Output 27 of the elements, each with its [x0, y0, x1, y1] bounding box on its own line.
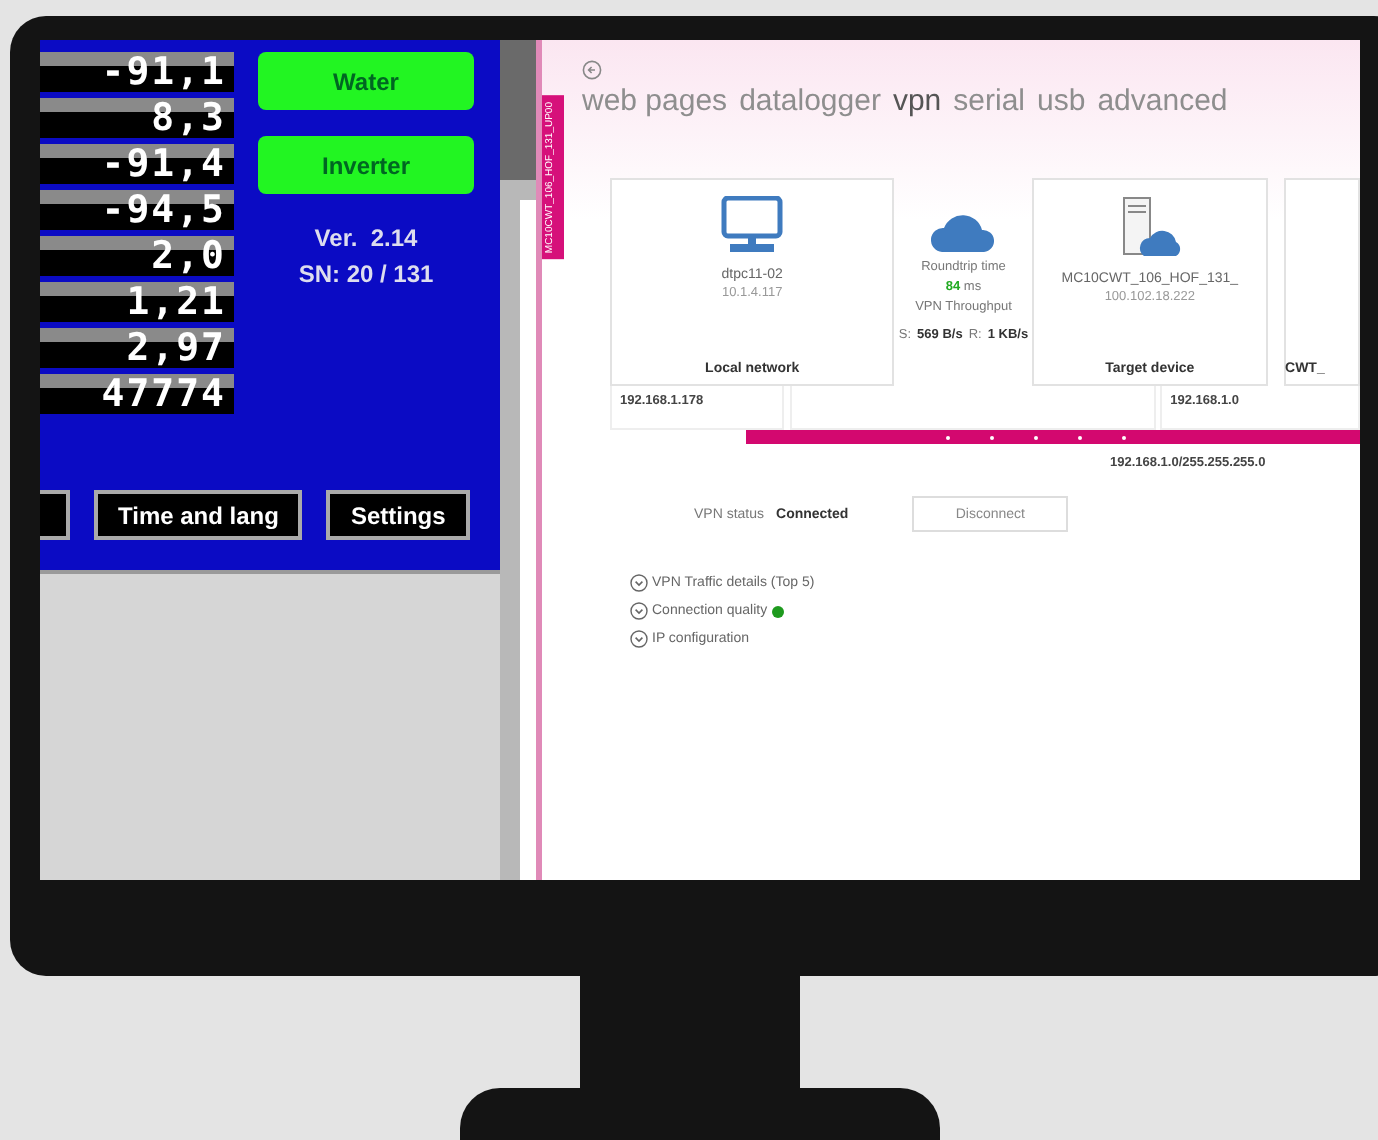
reading-display: 1,21 [40, 282, 234, 322]
reading-display: -94,5 [40, 190, 234, 230]
nav-tab[interactable]: web pages [582, 84, 728, 118]
cloud-icon [929, 210, 998, 254]
settings-button[interactable]: Settings [326, 490, 470, 540]
nav-tab[interactable]: advanced [1097, 84, 1228, 118]
menu-button[interactable]: Time and lang [94, 490, 303, 540]
chevron-down-icon [630, 602, 648, 620]
nav-tab[interactable]: usb [1037, 84, 1086, 118]
mode-button[interactable]: Inverter [258, 136, 474, 194]
menu-button[interactable] [40, 490, 70, 540]
chevron-down-icon [630, 574, 648, 592]
reading-display: -91,4 [40, 144, 234, 184]
mode-button[interactable]: Water [258, 52, 474, 110]
version-text: Ver. 2.14 [314, 224, 418, 252]
reading-display: -91,1 [40, 52, 234, 92]
chevron-down-icon [630, 630, 648, 648]
back-icon[interactable] [582, 60, 602, 80]
reading-display: 2,0 [40, 236, 234, 276]
nav-tab[interactable]: serial [953, 84, 1026, 118]
reading-display: 47774 [40, 374, 234, 414]
serial-number: SN: 20 / 131 [298, 260, 434, 288]
nav-tab[interactable]: vpn [892, 84, 942, 118]
reading-display: 8,3 [40, 98, 234, 138]
nav-tab[interactable]: datalogger [739, 84, 881, 118]
computer-icon [718, 196, 787, 256]
reading-display: 2,97 [40, 328, 234, 368]
